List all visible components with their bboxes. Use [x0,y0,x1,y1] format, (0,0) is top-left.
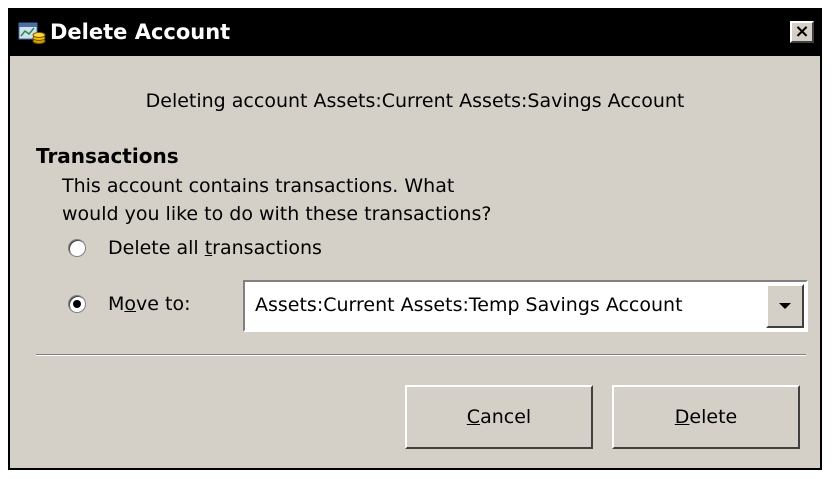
selected-account: Assets:Current Assets:Temp Savings Accou… [255,294,683,316]
move-to-radio[interactable] [68,295,86,313]
description-line-1: This account contains transactions. What [62,175,455,197]
transactions-heading: Transactions [36,144,179,168]
dropdown-button[interactable] [766,284,804,328]
chevron-down-icon [779,303,791,309]
delete-button[interactable]: Delete [612,385,800,449]
move-to-account-select[interactable]: Assets:Current Assets:Temp Savings Accou… [243,280,808,332]
close-icon: × [794,21,810,42]
delete-all-radio[interactable] [68,239,86,257]
separator [36,354,806,356]
description-line-2: would you like to do with these transact… [62,203,492,225]
transactions-description: This account contains transactions. What… [62,172,582,228]
move-to-option[interactable]: Move to: [68,293,190,315]
close-button[interactable]: × [790,21,814,43]
dialog-title: Delete Account [50,20,231,44]
cancel-button[interactable]: Cancel [405,385,593,449]
delete-message: Deleting account Assets:Current Assets:S… [145,90,685,112]
delete-account-dialog: Delete Account × Deleting account Assets… [8,8,822,470]
move-to-label[interactable]: Move to: [108,293,190,315]
accounts-app-icon [18,21,46,45]
delete-all-transactions-option[interactable]: Delete all transactions [68,237,322,259]
title-bar[interactable]: Delete Account × [10,10,820,56]
delete-all-label[interactable]: Delete all transactions [108,237,322,259]
